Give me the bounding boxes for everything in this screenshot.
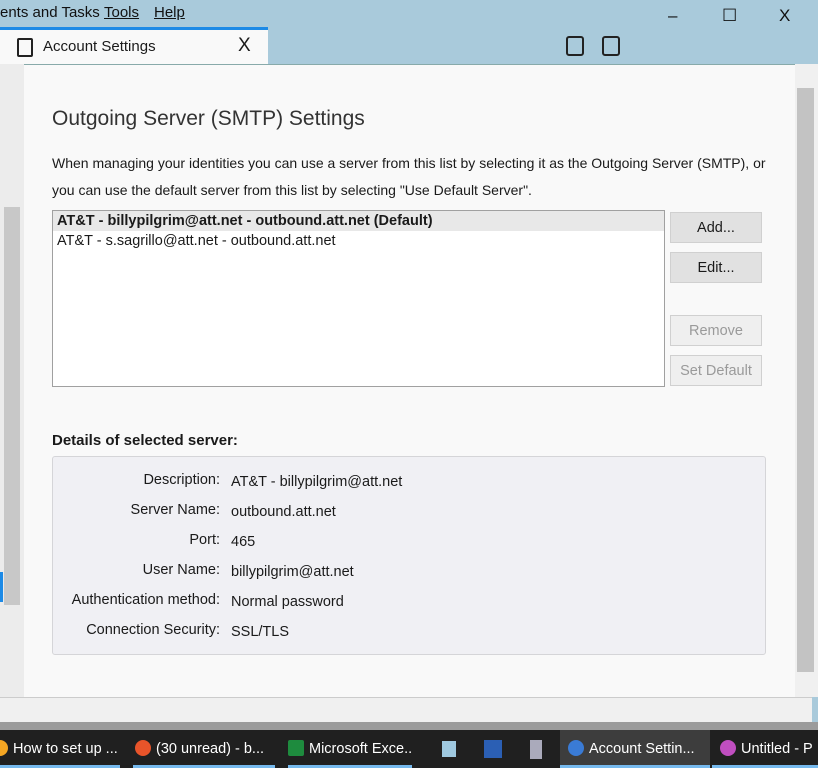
details-heading: Details of selected server: (52, 432, 238, 449)
taskbar-item-account-settings[interactable]: Account Settin... (560, 730, 710, 768)
detail-label: Port: (189, 532, 220, 548)
scroll-thumb[interactable] (797, 88, 814, 672)
add-button[interactable]: Add... (670, 212, 762, 243)
calendar-icon[interactable] (566, 36, 584, 56)
thunderbird-icon (568, 740, 584, 756)
tab-label: Account Settings (43, 38, 156, 55)
server-list-item[interactable]: AT&T - s.sagrillo@att.net - outbound.att… (53, 231, 664, 251)
selection-marker (0, 572, 3, 602)
menu-tools[interactable]: Tools (104, 4, 139, 21)
set-default-button[interactable]: Set Default (670, 355, 762, 386)
minimize-button[interactable]: – (668, 6, 677, 26)
detail-value: outbound.att.net (231, 504, 336, 520)
detail-label: Server Name: (130, 502, 220, 518)
close-window-button[interactable]: X (779, 6, 790, 26)
page-description: When managing your identities you can us… (52, 155, 766, 198)
paint-icon (720, 740, 736, 756)
detail-value: 465 (231, 534, 256, 550)
tasks-icon[interactable] (602, 36, 620, 56)
detail-value: SSL/TLS (231, 624, 290, 640)
app-icon (0, 740, 8, 756)
detail-value: Normal password (231, 594, 344, 610)
status-bar (0, 697, 812, 722)
firefox-icon (135, 740, 151, 756)
notepad-icon[interactable] (442, 741, 456, 757)
menu-help[interactable]: Help (154, 4, 185, 21)
detail-label: User Name: (142, 562, 220, 578)
left-scroll-thumb[interactable] (4, 207, 20, 605)
menu-bar: ents and Tasks Tools Help – ☐ X (0, 0, 818, 27)
server-details-panel: Description: AT&T - billypilgrim@att.net… (52, 456, 766, 655)
detail-label: Connection Security: (86, 622, 220, 638)
detail-label: Description: (143, 472, 220, 488)
detail-value: AT&T - billypilgrim@att.net (231, 474, 403, 490)
maximize-button[interactable]: ☐ (722, 6, 737, 26)
server-list-item[interactable]: AT&T - billypilgrim@att.net - outbound.a… (53, 211, 664, 231)
smtp-server-list[interactable]: AT&T - billypilgrim@att.net - outbound.a… (52, 210, 665, 387)
taskbar: How to set up ... (30 unread) - b... Mic… (0, 730, 818, 768)
taskbar-item-firefox[interactable]: (30 unread) - b... (133, 730, 275, 768)
remove-button[interactable]: Remove (670, 315, 762, 346)
taskbar-item-excel[interactable]: Microsoft Exce... (288, 730, 412, 768)
tab-account-settings[interactable]: Account Settings X (0, 27, 268, 64)
close-tab-icon[interactable]: X (238, 35, 251, 57)
detail-label: Authentication method: (71, 592, 220, 608)
taskbar-item-browser[interactable]: How to set up ... (0, 730, 120, 768)
archive-icon[interactable] (530, 740, 542, 759)
menu-events-and-tasks[interactable]: ents and Tasks (0, 4, 100, 21)
taskbar-item-paint[interactable]: Untitled - P (712, 730, 818, 768)
window-border (0, 722, 818, 730)
detail-value: billypilgrim@att.net (231, 564, 354, 580)
page-title: Outgoing Server (SMTP) Settings (52, 107, 365, 130)
word-icon[interactable] (484, 740, 502, 758)
excel-icon (288, 740, 304, 756)
document-icon (17, 38, 33, 57)
edit-button[interactable]: Edit... (670, 252, 762, 283)
